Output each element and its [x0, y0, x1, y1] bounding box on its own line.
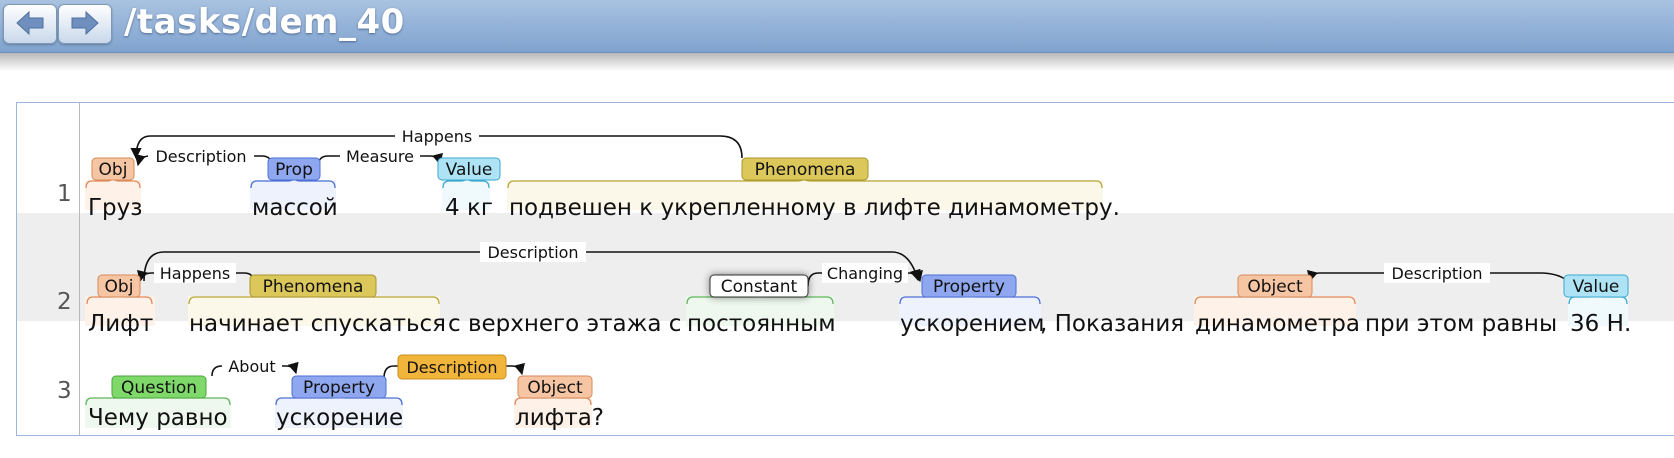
token: с верхнего этажа с — [448, 311, 681, 337]
arc-label-changing: Changing — [827, 264, 903, 283]
arc-label-description: Description — [487, 243, 578, 262]
token: Чему равно — [88, 405, 228, 431]
arc-label-measure: Measure — [346, 147, 414, 166]
span-label-text: Constant — [721, 277, 798, 297]
span-label-text: Obj — [105, 277, 134, 297]
token: массой — [252, 195, 338, 221]
span-label-text: Obj — [99, 160, 128, 180]
token: лифта? — [515, 405, 604, 431]
arc-label-happens: Happens — [160, 264, 230, 283]
span-label-text: Object — [1247, 277, 1303, 297]
token: динамометра — [1195, 311, 1360, 337]
span-label-text: Question — [121, 378, 197, 398]
annotation-layer: Happens Description Measure Obj Prop Val… — [85, 126, 1631, 431]
arc-label-description: Description — [1391, 264, 1482, 283]
token: 36 Н — [1570, 311, 1624, 337]
span-label-text: Prop — [275, 160, 313, 180]
arc-label-happens: Happens — [402, 127, 472, 146]
token: ускорение — [276, 405, 403, 431]
arc-label-about: About — [228, 357, 275, 376]
token: при этом равны — [1365, 311, 1557, 337]
token: 4 кг — [445, 195, 493, 221]
span-label-text: Phenomena — [755, 160, 856, 180]
span-label-text: Property — [303, 378, 375, 398]
span-label-text: Value — [1573, 277, 1620, 297]
span-label-text: Object — [527, 378, 583, 398]
arc-label-description: Description — [406, 358, 497, 377]
token: , Показания — [1040, 311, 1184, 337]
token: подвешен к укрепленному в лифте динамоме… — [509, 195, 1120, 221]
span-label-text: Phenomena — [263, 277, 364, 297]
token: Груз — [88, 195, 142, 221]
token: . — [1624, 311, 1631, 337]
token: постоянным — [687, 311, 836, 337]
token: Лифт — [88, 311, 153, 337]
span-label-text: Property — [933, 277, 1005, 297]
arc-label-description: Description — [155, 147, 246, 166]
token: ускорением — [900, 311, 1044, 337]
span-label-text: Value — [446, 160, 493, 180]
token: начинает спускаться — [189, 311, 446, 337]
